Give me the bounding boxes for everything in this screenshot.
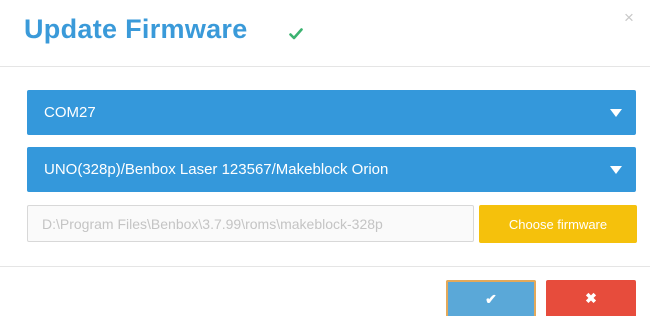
firmware-path-input[interactable] xyxy=(27,205,474,242)
footer-divider xyxy=(0,266,650,267)
board-select-value: UNO(328p)/Benbox Laser 123567/Makeblock … xyxy=(44,161,389,178)
port-select[interactable]: COM27 xyxy=(27,90,636,135)
board-select[interactable]: UNO(328p)/Benbox Laser 123567/Makeblock … xyxy=(27,147,636,192)
chevron-down-icon xyxy=(610,166,622,174)
chevron-down-icon xyxy=(610,109,622,117)
check-icon xyxy=(289,28,303,40)
confirm-button[interactable]: ✔ xyxy=(446,280,536,316)
choose-firmware-button[interactable]: Choose firmware xyxy=(479,205,637,243)
close-icon: ✖ xyxy=(585,289,597,306)
dialog-title: Update Firmware xyxy=(24,14,248,44)
check-icon: ✔ xyxy=(485,290,497,307)
port-select-value: COM27 xyxy=(44,104,96,121)
update-firmware-dialog: Update Firmware × COM27 UNO(328p)/Benbox… xyxy=(0,0,650,316)
close-icon[interactable]: × xyxy=(624,9,634,26)
cancel-button[interactable]: ✖ xyxy=(546,280,636,316)
dialog-header: Update Firmware × xyxy=(0,0,650,67)
